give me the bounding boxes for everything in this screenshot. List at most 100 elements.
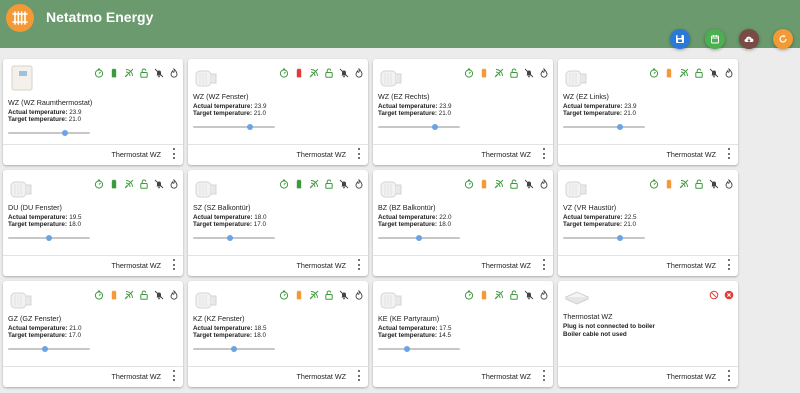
more-vert-icon[interactable] (727, 259, 731, 270)
device-name: WZ (WZ Fenster) (193, 92, 249, 101)
battery-icon (479, 287, 489, 300)
lock-open-icon (509, 287, 519, 300)
target-temperature-slider[interactable] (8, 130, 90, 136)
target-temperature-slider[interactable] (193, 235, 275, 241)
device-card: BZ (BZ Balkontür) Actual temperature: 22.… (373, 170, 553, 276)
more-vert-icon[interactable] (172, 370, 176, 381)
thermostat-image (9, 65, 35, 91)
lock-open-icon (324, 176, 334, 189)
more-vert-icon[interactable] (172, 148, 176, 159)
slider-knob[interactable] (403, 346, 410, 352)
device-card: KZ (KZ Fenster) Actual temperature: 18.5 T… (188, 281, 368, 387)
target-temperature-slider[interactable] (8, 235, 90, 241)
refresh-button[interactable] (773, 29, 793, 49)
card-divider (373, 255, 553, 256)
timer-icon (464, 287, 474, 300)
card-divider (3, 144, 183, 145)
target-temperature: Target temperature: 21.0 (563, 110, 637, 117)
card-footer-label: Thermostat WZ (666, 150, 716, 159)
target-temperature-slider[interactable] (563, 124, 645, 130)
status-icons (94, 287, 179, 300)
bell-off-icon (524, 287, 534, 300)
more-vert-icon[interactable] (542, 259, 546, 270)
more-vert-icon[interactable] (542, 370, 546, 381)
refresh-icon (778, 34, 788, 44)
actual-temperature: Actual temperature: 23.9 (8, 109, 82, 116)
signal-icon (494, 176, 504, 189)
target-temperature-slider[interactable] (378, 346, 460, 352)
save-button[interactable] (670, 29, 690, 49)
bell-off-icon (709, 65, 719, 78)
card-footer-label: Thermostat WZ (111, 261, 161, 270)
status-icons (709, 287, 734, 300)
slider-knob[interactable] (231, 346, 237, 352)
valve-image (9, 176, 35, 202)
cloud-download-button[interactable] (739, 29, 759, 49)
status-icons (279, 65, 364, 78)
device-name: DU (DU Fenster) (8, 203, 62, 212)
slider-knob[interactable] (62, 130, 69, 136)
timer-icon (649, 176, 659, 189)
timer-icon (649, 65, 659, 78)
bell-off-icon (339, 65, 349, 78)
actual-temperature: Actual temperature: 18.5 (193, 325, 267, 332)
target-temperature-slider[interactable] (378, 235, 460, 241)
actual-temperature: Actual temperature: 23.9 (378, 103, 452, 110)
target-temperature: Target temperature: 14.5 (378, 332, 452, 339)
slider-knob[interactable] (41, 346, 48, 352)
more-vert-icon[interactable] (727, 370, 731, 381)
card-divider (558, 255, 738, 256)
battery-icon (479, 176, 489, 189)
valve-image (194, 65, 220, 91)
bell-off-icon (154, 287, 164, 300)
more-vert-icon[interactable] (727, 148, 731, 159)
status-icons (94, 65, 179, 78)
more-vert-icon[interactable] (357, 259, 361, 270)
more-vert-icon[interactable] (542, 148, 546, 159)
error-icon (724, 287, 734, 300)
status-icons (464, 176, 549, 189)
bell-off-icon (154, 65, 164, 78)
signal-icon (679, 176, 689, 189)
lock-open-icon (509, 176, 519, 189)
target-temperature-slider[interactable] (193, 124, 275, 130)
more-vert-icon[interactable] (357, 370, 361, 381)
device-card: WZ (WZ Fenster) Actual temperature: 23.9 T… (188, 59, 368, 165)
more-vert-icon[interactable] (357, 148, 361, 159)
target-temperature: Target temperature: 18.0 (378, 221, 452, 228)
slider-knob[interactable] (46, 235, 52, 241)
device-card: SZ (SZ Balkontür) Actual temperature: 18.… (188, 170, 368, 276)
target-temperature-slider[interactable] (563, 235, 645, 241)
card-footer-label: Thermostat WZ (666, 372, 716, 381)
more-vert-icon[interactable] (172, 259, 176, 270)
target-temperature-slider[interactable] (378, 124, 460, 130)
valve-image (564, 176, 590, 202)
actual-temperature: Actual temperature: 23.9 (193, 103, 267, 110)
battery-icon (294, 176, 304, 189)
slider-knob[interactable] (226, 235, 233, 241)
valve-image (9, 287, 35, 313)
battery-icon (109, 176, 119, 189)
bell-off-icon (154, 176, 164, 189)
target-temperature-slider[interactable] (8, 346, 90, 352)
timer-icon (279, 287, 289, 300)
flame-icon (169, 176, 179, 189)
actual-temperature: Actual temperature: 23.9 (563, 103, 637, 110)
slider-knob[interactable] (416, 235, 422, 241)
slider-knob[interactable] (432, 124, 439, 130)
card-divider (558, 366, 738, 367)
timer-icon (94, 287, 104, 300)
device-name: WZ (EZ Rechts) (378, 92, 430, 101)
calendar-button[interactable] (705, 29, 725, 49)
target-temperature-slider[interactable] (193, 346, 275, 352)
signal-icon (124, 65, 134, 78)
timer-icon (279, 176, 289, 189)
flame-icon (724, 65, 734, 78)
signal-icon (309, 287, 319, 300)
battery-icon (109, 287, 119, 300)
valve-image (194, 287, 220, 313)
slider-knob[interactable] (617, 235, 624, 241)
slider-knob[interactable] (247, 124, 254, 130)
slider-knob[interactable] (617, 124, 624, 130)
target-temperature: Target temperature: 17.0 (193, 221, 267, 228)
